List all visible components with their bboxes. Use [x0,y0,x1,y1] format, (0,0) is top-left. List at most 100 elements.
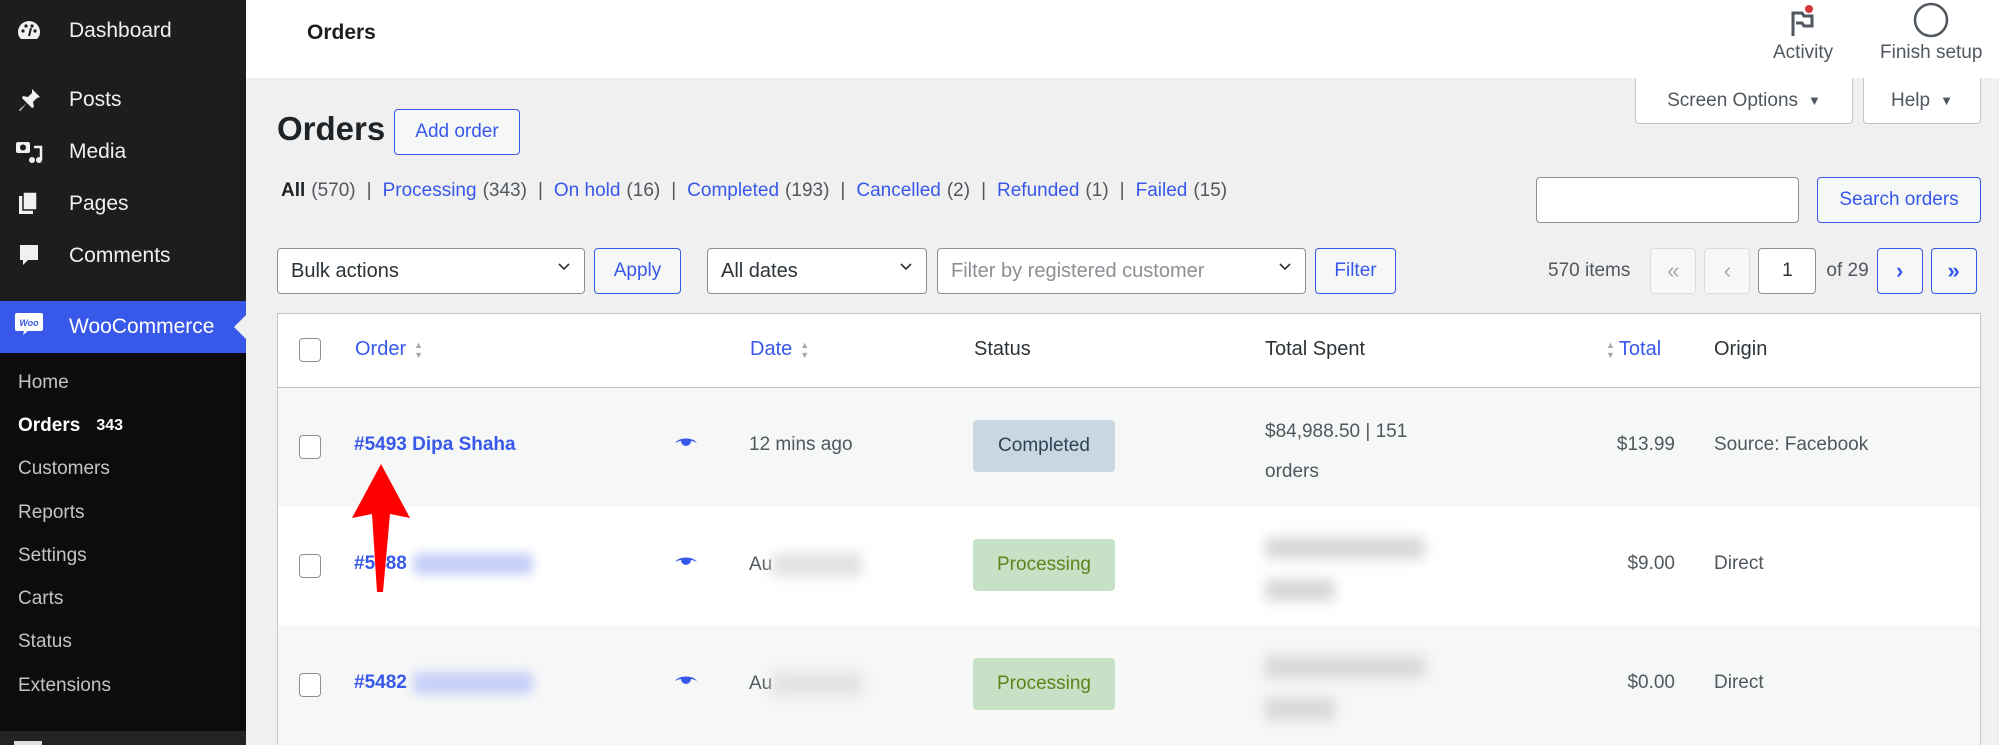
search-orders-input[interactable] [1536,177,1799,223]
apply-button[interactable]: Apply [594,248,681,294]
separator: | [537,180,543,201]
sidebar-item-media[interactable]: Media [0,126,246,178]
preview-eye-icon[interactable] [674,553,698,575]
column-total[interactable]: ▲ ▼ Total [1606,338,1661,361]
sort-icon: ▲ ▼ [1606,339,1615,360]
date-filter-select[interactable]: All dates [707,248,927,294]
sidebar-item-pages[interactable]: Pages [0,178,246,230]
customer-filter-select[interactable]: Filter by registered customer [937,248,1306,294]
bulk-actions-select[interactable]: Bulk actions [277,248,585,294]
page-title: Orders [277,110,386,147]
order-origin: Direct [1714,553,1764,574]
first-page-button[interactable]: « [1650,248,1697,294]
caret-down-icon: ▼ [1808,93,1821,108]
order-link[interactable]: #5493 Dipa Shaha [354,434,516,456]
sidebar-item-products-partial[interactable] [0,731,246,745]
row-checkbox[interactable] [299,554,321,578]
next-page-button[interactable]: › [1876,248,1923,294]
sidebar-item-woocommerce[interactable]: Woo WooCommerce [0,301,246,353]
bulk-actions-value: Bulk actions [291,259,399,282]
submenu-item-reports[interactable]: Reports [0,491,246,534]
pin-icon [14,85,44,115]
dashboard-icon [14,16,44,46]
filter-button[interactable]: Filter [1315,248,1396,294]
submenu-item-settings[interactable]: Settings [0,534,246,577]
flag-icon [1788,2,1818,38]
preview-eye-icon[interactable] [674,434,698,456]
table-row[interactable]: #5493 Dipa Shaha 12 mins ago Completed $… [278,388,1980,507]
order-origin: Direct [1714,672,1764,693]
column-order[interactable]: Order ▲ ▼ [355,338,423,361]
sidebar-item-label: Pages [69,192,129,215]
pages-icon [14,189,44,219]
total-pages-label: of 29 [1826,260,1869,281]
sidebar-item-label: WooCommerce [69,315,215,338]
status-badge: Processing [973,658,1115,710]
prev-page-button[interactable]: ‹ [1704,248,1751,294]
table-row[interactable]: #5482 Au Processing $0.00 Direct [278,626,1980,745]
filter-failed[interactable]: Failed (15) [1136,180,1228,202]
orders-count-badge: 343 [96,416,124,434]
pagination: 570 items « ‹ 1 of 29 › » [1548,248,1977,294]
column-date[interactable]: Date ▲ ▼ [750,338,809,361]
submenu-item-orders[interactable]: Orders 343 [0,404,246,447]
submenu-item-status[interactable]: Status [0,621,246,664]
last-page-button[interactable]: » [1930,248,1977,294]
add-order-button[interactable]: Add order [394,109,520,155]
submenu-item-home[interactable]: Home [0,361,246,404]
sidebar-item-label: Dashboard [69,19,172,42]
redacted-name [412,672,533,694]
screen-options-button[interactable]: Screen Options ▼ [1635,78,1853,124]
redacted-total-spent [1265,529,1425,601]
caret-down-icon: ▼ [1940,93,1953,108]
column-origin: Origin [1714,338,1768,360]
submenu-item-extensions[interactable]: Extensions [0,664,246,707]
order-date: 12 mins ago [749,434,853,455]
date-filter-value: All dates [721,259,798,282]
filter-completed[interactable]: Completed (193) [687,180,829,202]
column-status: Status [974,338,1031,360]
search-orders-button[interactable]: Search orders [1817,177,1981,223]
status-filter-links: All (570) | Processing (343) | On hold (16)… [281,180,1227,202]
products-icon [14,741,42,745]
filter-refunded[interactable]: Refunded (1) [997,180,1109,202]
woocommerce-header: Orders Activity Finish setup [246,0,1999,78]
row-checkbox[interactable] [299,673,321,697]
table-row[interactable]: #5488 Au Processing $9.00 Direct [278,507,1980,626]
filter-processing[interactable]: Processing (343) [383,180,527,202]
sidebar-item-dashboard[interactable]: Dashboard [0,0,246,62]
filter-all[interactable]: All (570) [281,180,356,202]
activity-button[interactable]: Activity [1773,2,1833,64]
select-all-checkbox[interactable] [299,338,321,362]
order-link[interactable]: #5482 [354,672,533,694]
chevron-down-icon [558,263,570,271]
media-icon [14,137,44,167]
filter-cancelled[interactable]: Cancelled (2) [856,180,970,202]
activity-label: Activity [1773,42,1834,63]
preview-eye-icon[interactable] [674,672,698,694]
submenu-item-carts[interactable]: Carts [0,577,246,620]
row-checkbox[interactable] [299,435,321,459]
status-badge: Processing [973,539,1115,591]
items-count: 570 items [1548,260,1631,281]
table-header: Order ▲ ▼ Date ▲ ▼ Status Total Spent ▲ ▼ T… [278,314,1980,388]
sidebar-item-posts[interactable]: Posts [0,74,246,126]
comment-icon [14,241,44,271]
order-total: $0.00 [1627,672,1675,693]
finish-setup-button[interactable]: Finish setup [1880,2,1982,64]
redacted-total-spent [1265,648,1425,720]
current-page-input[interactable]: 1 [1758,248,1817,294]
woocommerce-submenu: Home Orders 343 Customers Reports Setting… [0,353,246,731]
submenu-item-customers[interactable]: Customers [0,448,246,491]
admin-sidebar: Dashboard Posts Media Pages Comments Woo… [0,0,246,745]
separator: | [981,180,987,201]
help-label: Help [1891,89,1931,111]
submenu-label: Settings [18,544,87,566]
filter-on-hold[interactable]: On hold (16) [554,180,660,202]
submenu-label: Status [18,631,72,653]
sidebar-item-comments[interactable]: Comments [0,230,246,282]
help-button[interactable]: Help ▼ [1863,78,1981,124]
header-title: Orders [307,21,376,44]
redacted-date [772,672,863,696]
separator: | [366,180,372,201]
